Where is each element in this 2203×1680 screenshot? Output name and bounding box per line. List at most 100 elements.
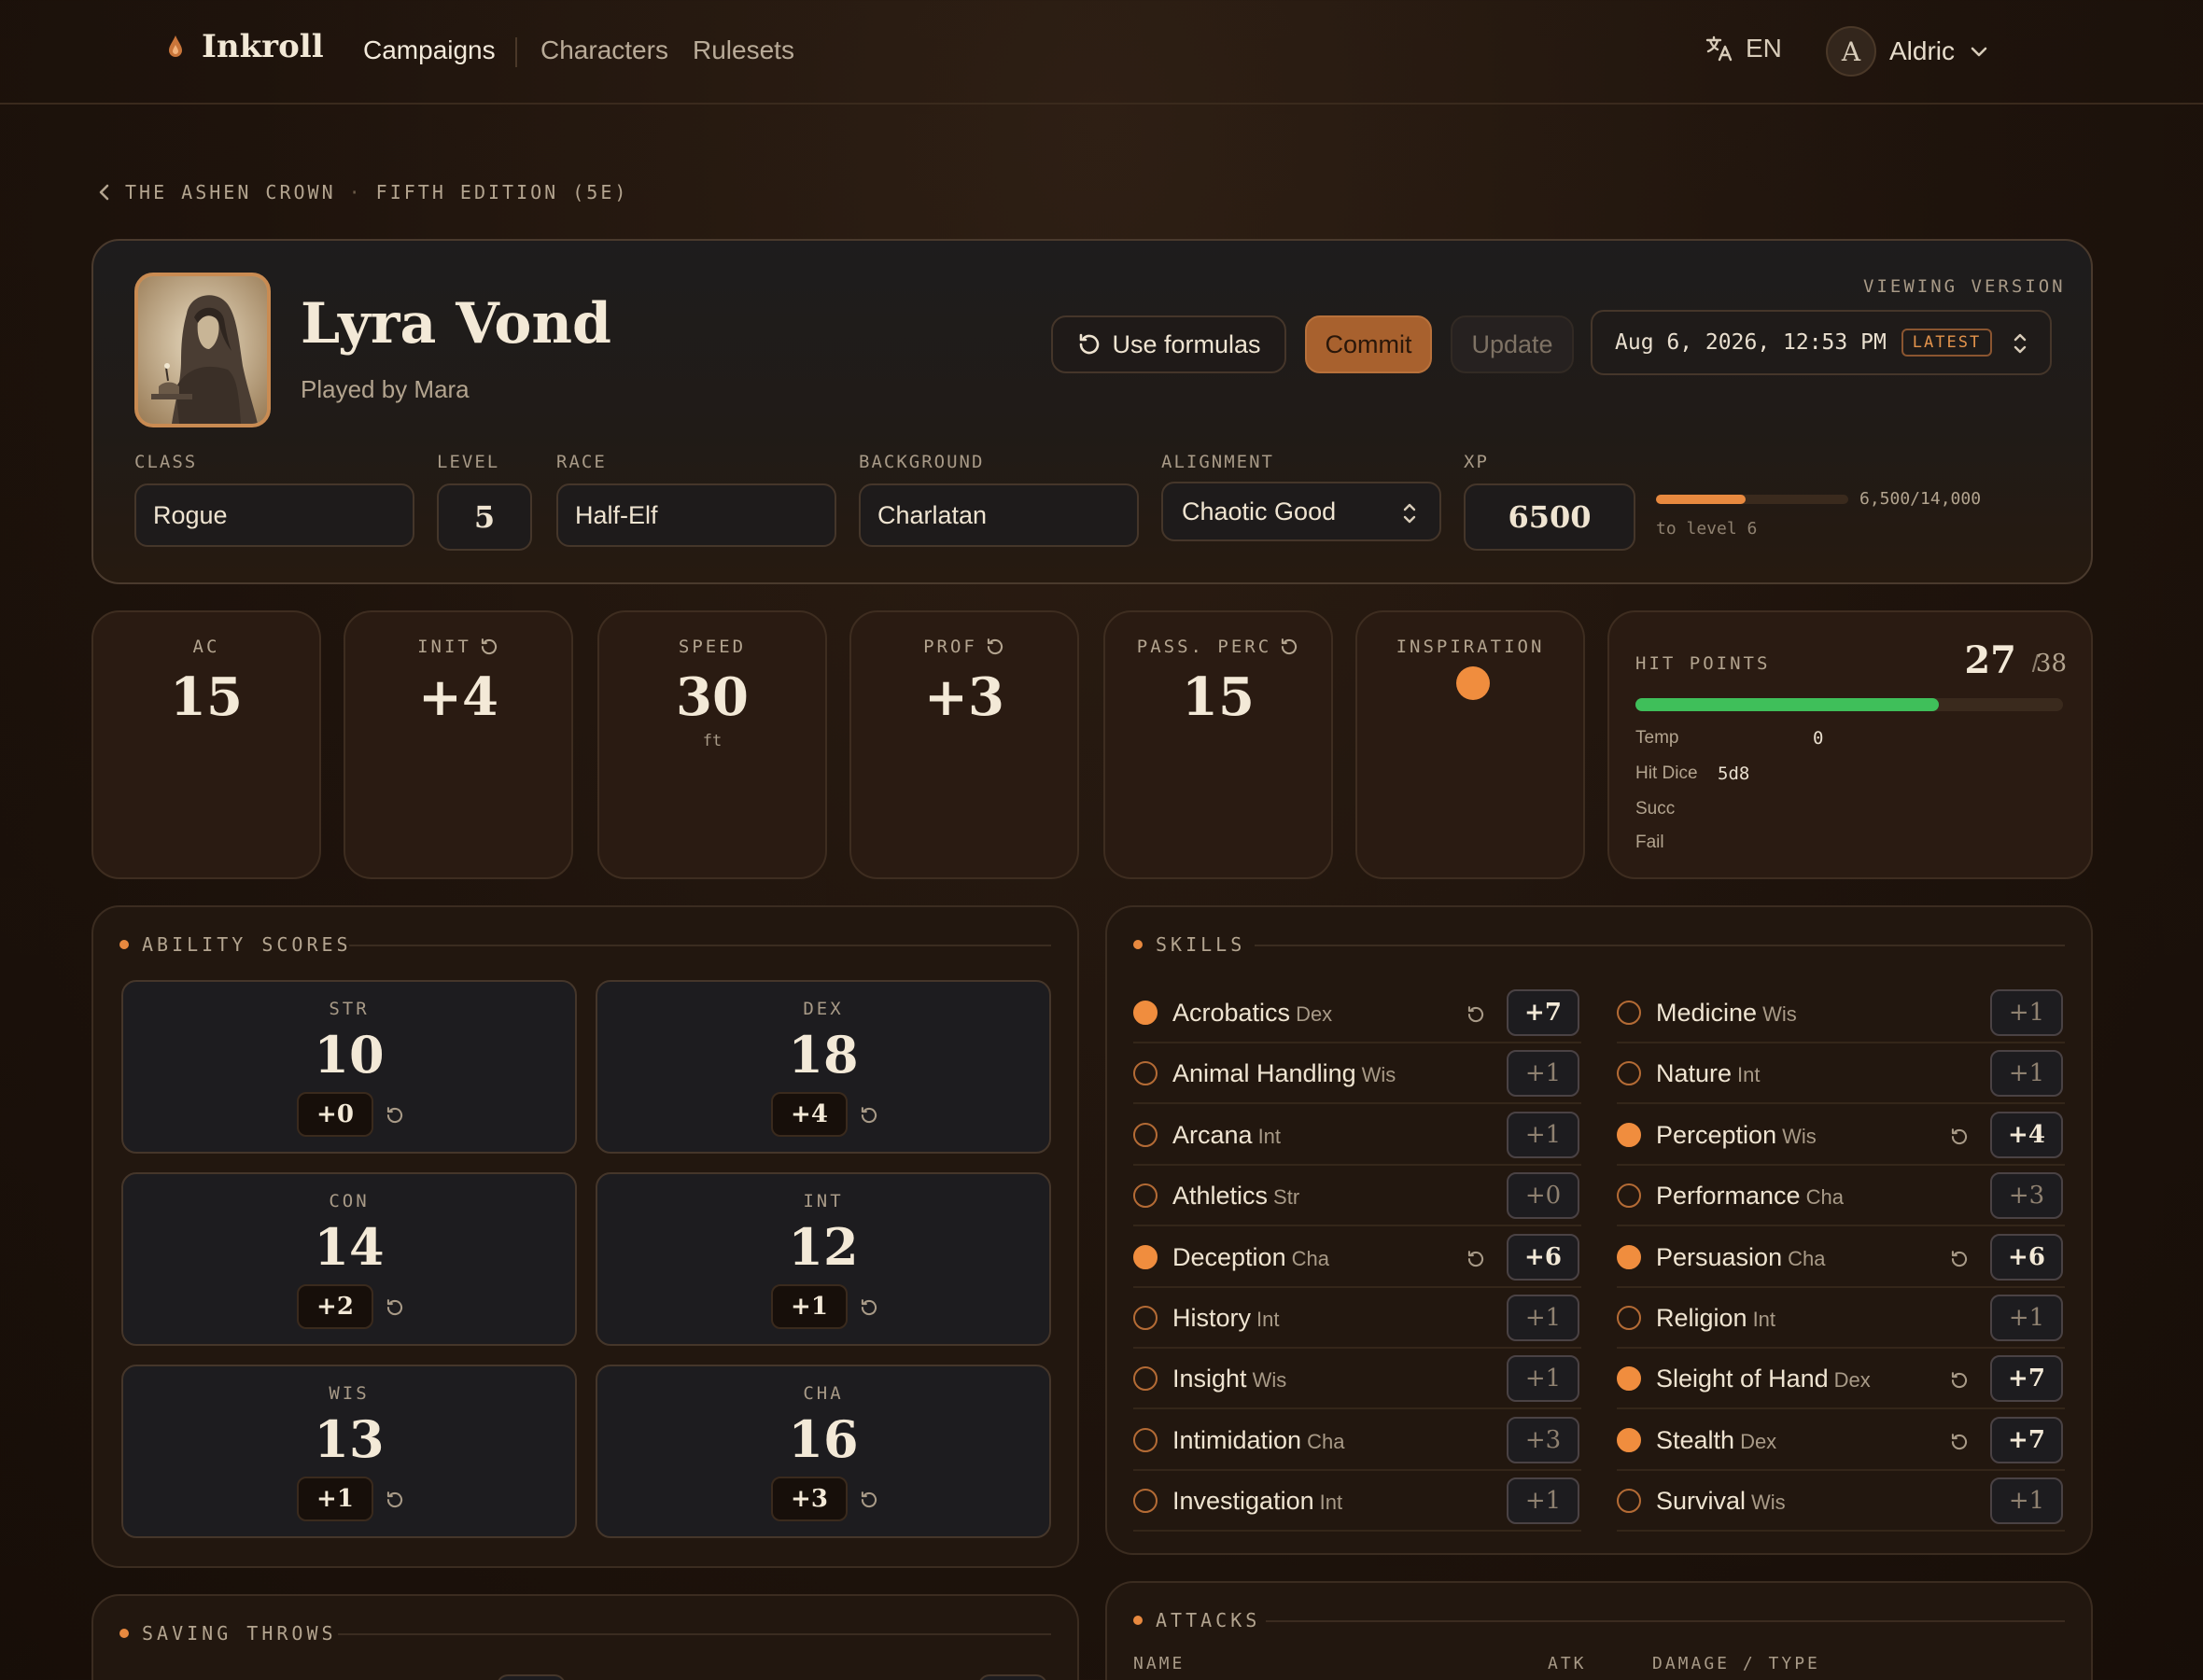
skill-modifier[interactable]: +1 <box>1507 1355 1579 1403</box>
proficiency-toggle[interactable] <box>1617 1306 1641 1330</box>
skill-modifier[interactable]: +7 <box>1990 1355 2063 1403</box>
xp-field[interactable]: 6500 <box>1464 483 1635 551</box>
ability-score[interactable]: 10 <box>123 1025 575 1085</box>
character-portrait[interactable] <box>134 273 271 427</box>
ability-card-str[interactable]: STR 10 +0 <box>121 980 577 1154</box>
hp-current[interactable]: 27 <box>1964 638 2016 682</box>
ability-modifier[interactable]: +1 <box>297 1477 373 1521</box>
ability-modifier[interactable]: +4 <box>771 1092 848 1137</box>
skill-modifier[interactable]: +7 <box>1507 989 1579 1036</box>
reset-icon[interactable] <box>1949 1127 1970 1152</box>
race-field[interactable]: Half-Elf <box>556 483 836 547</box>
proficiency-toggle[interactable] <box>1133 1366 1158 1392</box>
brand[interactable]: Inkroll <box>166 28 324 65</box>
skill-modifier[interactable]: +0 <box>1507 1172 1579 1220</box>
ability-card-wis[interactable]: WIS 13 +1 <box>121 1365 577 1538</box>
stat-speed[interactable]: SPEED 30 ft <box>597 610 827 879</box>
reset-icon[interactable] <box>385 1490 405 1515</box>
skill-modifier[interactable]: +1 <box>1990 1050 2063 1098</box>
proficiency-toggle[interactable] <box>1617 1244 1641 1269</box>
skill-modifier[interactable]: +1 <box>1990 989 2063 1036</box>
reset-icon[interactable] <box>1466 1249 1486 1274</box>
proficiency-toggle[interactable] <box>1133 1306 1158 1330</box>
reset-icon[interactable] <box>385 1297 405 1323</box>
reset-icon[interactable] <box>1466 1004 1486 1029</box>
reset-icon[interactable] <box>1949 1432 1970 1457</box>
ability-card-cha[interactable]: CHA 16 +3 <box>596 1365 1051 1538</box>
proficiency-toggle[interactable] <box>1617 1489 1641 1514</box>
ability-modifier[interactable]: +2 <box>297 1284 373 1329</box>
saving-throw-box[interactable] <box>978 1674 1047 1680</box>
breadcrumb-campaign[interactable]: THE ASHEN CROWN <box>125 181 336 203</box>
inspiration-toggle[interactable] <box>1456 666 1490 700</box>
proficiency-toggle[interactable] <box>1617 1001 1641 1025</box>
nav-characters[interactable]: Characters <box>540 35 668 65</box>
stat-init[interactable]: INIT +4 <box>344 610 573 879</box>
nav-rulesets[interactable]: Rulesets <box>693 35 794 65</box>
ability-score[interactable]: 12 <box>597 1217 1049 1277</box>
update-button[interactable]: Update <box>1451 315 1574 373</box>
alignment-select[interactable]: Chaotic Good <box>1161 482 1441 541</box>
skill-modifier[interactable]: +1 <box>1507 1477 1579 1525</box>
ability-score[interactable]: 13 <box>123 1409 575 1469</box>
chevron-left-icon[interactable] <box>97 183 112 202</box>
level-field[interactable]: 5 <box>437 483 532 551</box>
skill-modifier[interactable]: +7 <box>1990 1416 2063 1463</box>
proficiency-toggle[interactable] <box>1133 1122 1158 1147</box>
proficiency-toggle[interactable] <box>1133 1489 1158 1514</box>
background-field[interactable]: Charlatan <box>859 483 1139 547</box>
ability-card-con[interactable]: CON 14 +2 <box>121 1172 577 1346</box>
ability-score[interactable]: 18 <box>597 1025 1049 1085</box>
temp-value[interactable]: 0 <box>1813 728 1823 749</box>
reset-icon[interactable] <box>1949 1249 1970 1274</box>
character-name[interactable]: Lyra Vond <box>301 291 611 357</box>
commit-button[interactable]: Commit <box>1305 315 1432 373</box>
reset-icon[interactable] <box>859 1490 879 1515</box>
reset-icon[interactable] <box>1949 1370 1970 1395</box>
skill-modifier[interactable]: +1 <box>1990 1295 2063 1341</box>
ability-score[interactable]: 16 <box>597 1409 1049 1469</box>
skill-modifier[interactable]: +4 <box>1990 1111 2063 1158</box>
ability-card-int[interactable]: INT 12 +1 <box>596 1172 1051 1346</box>
reset-icon[interactable] <box>985 637 1005 657</box>
ability-card-dex[interactable]: DEX 18 +4 <box>596 980 1051 1154</box>
proficiency-toggle[interactable] <box>1617 1427 1641 1452</box>
proficiency-toggle[interactable] <box>1133 1244 1158 1269</box>
proficiency-toggle[interactable] <box>1133 1427 1158 1452</box>
skill-modifier[interactable]: +3 <box>1507 1416 1579 1463</box>
ability-modifier[interactable]: +0 <box>297 1092 373 1137</box>
skill-modifier[interactable]: +3 <box>1990 1172 2063 1220</box>
skill-modifier[interactable]: +1 <box>1507 1295 1579 1341</box>
proficiency-toggle[interactable] <box>1617 1122 1641 1147</box>
proficiency-toggle[interactable] <box>1617 1366 1641 1392</box>
class-field[interactable]: Rogue <box>134 483 414 547</box>
use-formulas-button[interactable]: Use formulas <box>1051 315 1286 373</box>
saving-throw-box[interactable] <box>497 1674 566 1680</box>
ability-modifier[interactable]: +1 <box>771 1284 848 1329</box>
ability-score[interactable]: 14 <box>123 1217 575 1277</box>
proficiency-toggle[interactable] <box>1133 1061 1158 1086</box>
version-select[interactable]: Aug 6, 2026, 12:53 PM LATEST <box>1591 310 2052 375</box>
stat-ac[interactable]: AC 15 <box>91 610 321 879</box>
reset-icon[interactable] <box>859 1105 879 1130</box>
hit-dice-value[interactable]: 5d8 <box>1718 763 1749 784</box>
stat-passive-perception[interactable]: PASS. PERC 15 <box>1103 610 1333 879</box>
stat-inspiration[interactable]: INSPIRATION <box>1355 610 1585 879</box>
skill-modifier[interactable]: +6 <box>1507 1233 1579 1281</box>
skill-modifier[interactable]: +6 <box>1990 1233 2063 1281</box>
reset-icon[interactable] <box>385 1105 405 1130</box>
proficiency-toggle[interactable] <box>1133 1183 1158 1209</box>
skill-modifier[interactable]: +1 <box>1990 1477 2063 1525</box>
nav-campaigns[interactable]: Campaigns <box>363 35 496 65</box>
skill-modifier[interactable]: +1 <box>1507 1111 1579 1158</box>
user-menu[interactable]: A Aldric <box>1826 26 1990 77</box>
reset-icon[interactable] <box>1279 637 1299 657</box>
proficiency-toggle[interactable] <box>1617 1183 1641 1209</box>
ability-modifier[interactable]: +3 <box>771 1477 848 1521</box>
language-switcher[interactable]: EN <box>1705 34 1782 63</box>
reset-icon[interactable] <box>859 1297 879 1323</box>
proficiency-toggle[interactable] <box>1617 1061 1641 1086</box>
stat-prof[interactable]: PROF +3 <box>849 610 1079 879</box>
skill-modifier[interactable]: +1 <box>1507 1050 1579 1098</box>
reset-icon[interactable] <box>479 637 499 657</box>
